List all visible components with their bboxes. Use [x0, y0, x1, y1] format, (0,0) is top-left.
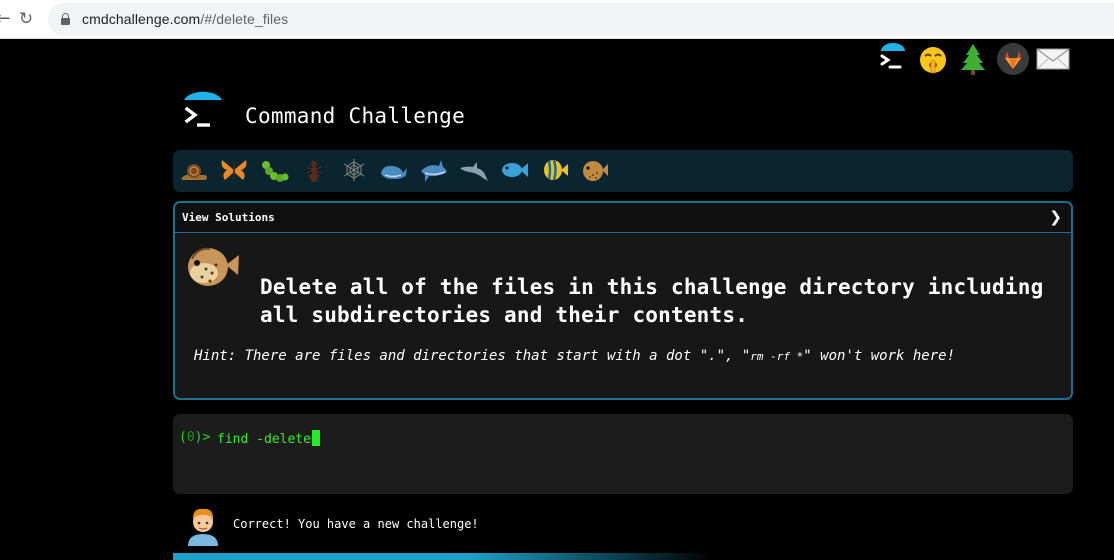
blowfish-icon[interactable] [579, 155, 609, 185]
terminal-prompt: (0)> [179, 430, 210, 445]
site-title: Command Challenge [245, 104, 466, 128]
cmdchallenge-icon[interactable] [876, 42, 910, 76]
address-bar[interactable]: cmdchallenge.com/#/delete_files ⎘ [48, 3, 1114, 36]
site-logo[interactable] [182, 88, 224, 132]
tropical-fish-icon[interactable] [539, 155, 569, 185]
level-bar [173, 150, 1073, 192]
terminal-input-text: find -delete [217, 432, 311, 447]
terminal-cursor [311, 430, 320, 446]
terminal-input[interactable]: find -delete [217, 430, 320, 447]
url-text[interactable]: cmdchallenge.com/#/delete_files [82, 11, 288, 27]
snail-icon[interactable] [179, 155, 209, 185]
url-domain: cmdchallenge.com [82, 11, 201, 27]
challenge-description: Delete all of the files in this challeng… [260, 275, 1044, 327]
back-arrow-icon[interactable]: ← [0, 8, 14, 30]
prompt-open: ( [179, 430, 187, 445]
gitlab-icon[interactable] [996, 42, 1030, 76]
whale-icon[interactable] [379, 155, 409, 185]
dolphin-icon[interactable] [459, 155, 489, 185]
challenge-panel: View Solutions ❯ Delete all of the files… [173, 201, 1073, 400]
hint-command: rm -rf * [750, 350, 804, 363]
shush-face-icon[interactable] [916, 42, 950, 76]
bottom-divider [173, 553, 713, 560]
hint-prefix: Hint: There are files and directories th… [194, 348, 751, 364]
view-solutions-toggle[interactable]: View Solutions ❯ [175, 203, 1071, 233]
butterfly-icon[interactable] [219, 155, 249, 185]
ant-icon[interactable] [299, 155, 329, 185]
chevron-right-icon[interactable]: ❯ [1049, 208, 1062, 226]
blowfish-icon [188, 247, 239, 286]
result-message: Correct! You have a new challenge! [233, 517, 479, 531]
view-solutions-label: View Solutions [182, 211, 275, 224]
man-icon [188, 508, 218, 546]
lock-icon[interactable] [61, 13, 70, 25]
hint-suffix: " won't work here! [803, 348, 955, 364]
caterpillar-icon[interactable] [259, 155, 289, 185]
prompt-count: 0 [186, 430, 195, 445]
url-path: /#/delete_files [200, 11, 289, 27]
hint-text: Hint: There are files and directories th… [194, 348, 955, 364]
reload-icon[interactable]: ↻ [15, 8, 37, 30]
tree-icon[interactable] [956, 42, 990, 76]
mail-icon[interactable] [1036, 42, 1070, 76]
prompt-close: )> [194, 430, 211, 445]
shark-icon[interactable] [419, 155, 449, 185]
browser-toolbar: ← ↻ cmdchallenge.com/#/delete_files ⎘ [0, 0, 1114, 39]
fish-icon[interactable] [499, 155, 529, 185]
terminal[interactable]: (0)> find -delete [173, 414, 1073, 494]
spiderweb-icon[interactable] [339, 155, 369, 185]
